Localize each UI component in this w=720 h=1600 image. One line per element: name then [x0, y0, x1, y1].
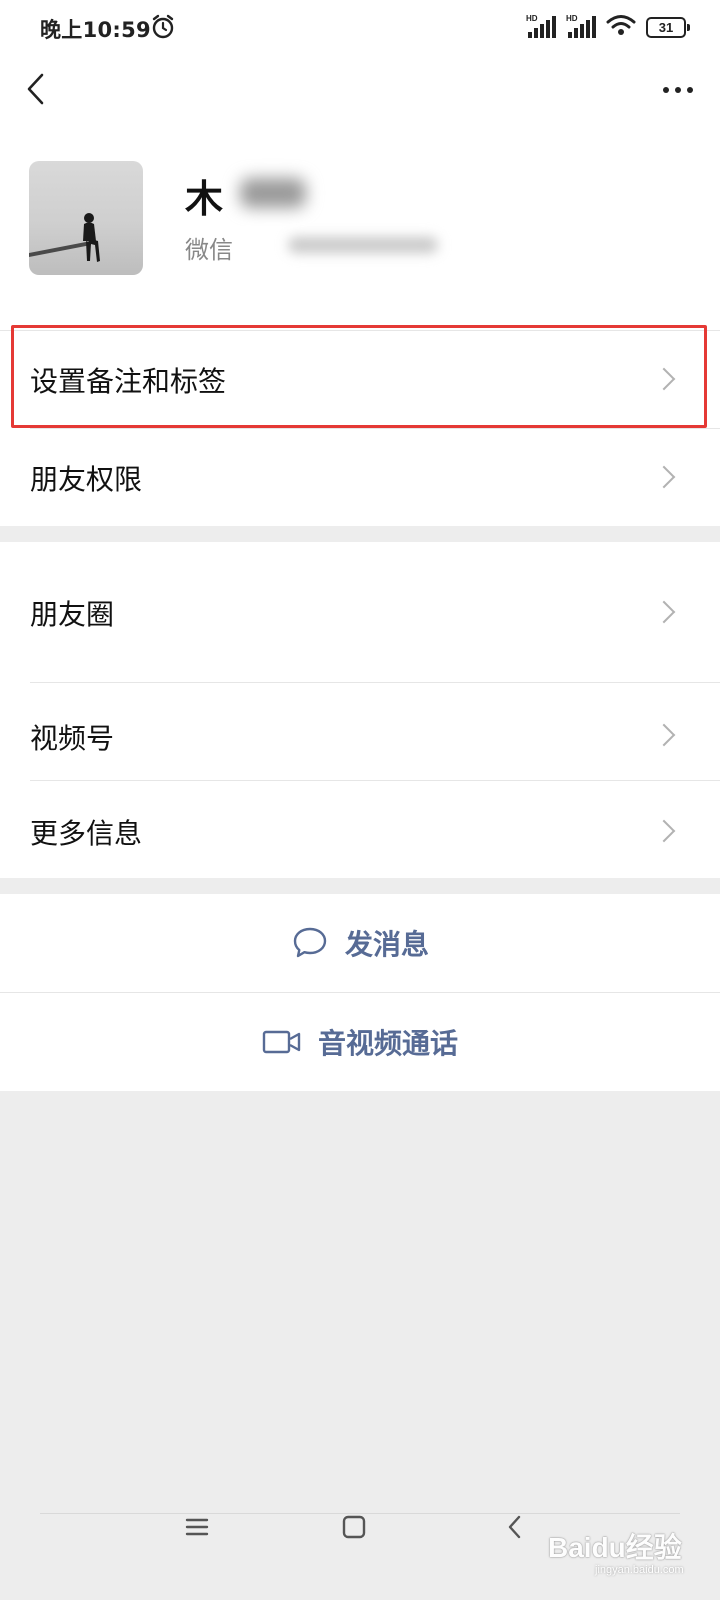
audio-video-call-label: 音视频通话 [317, 1027, 458, 1060]
back-button[interactable] [18, 70, 58, 110]
watermark-logo: Baidu经验 [548, 1532, 682, 1563]
video-camera-icon [262, 1030, 301, 1054]
more-dot-icon [687, 87, 693, 93]
wechat-id-redaction-blur [288, 237, 438, 253]
chevron-right-icon [652, 465, 676, 489]
audio-video-call-button[interactable]: 音视频通话 [0, 993, 720, 1091]
contact-name: 木 [185, 177, 224, 221]
more-info-row[interactable]: 更多信息 [0, 780, 720, 878]
name-redaction-blur [240, 178, 306, 208]
battery-icon: 31 [646, 16, 690, 38]
row-label: 视频号 [30, 722, 115, 755]
nav-bar [0, 56, 720, 120]
chevron-right-icon [652, 819, 676, 843]
row-label: 更多信息 [30, 817, 143, 850]
back-arrow-icon [27, 73, 44, 105]
chevron-right-icon [652, 723, 676, 747]
row-label: 朋友圈 [30, 598, 115, 631]
avatar-image [29, 161, 143, 275]
chat-bubble-icon [293, 927, 327, 958]
square-icon [342, 1515, 366, 1539]
alarm-icon [150, 14, 176, 44]
more-dot-icon [675, 87, 681, 93]
status-time: 晚上10:59 [40, 18, 151, 42]
set-remark-and-tags-row[interactable]: 设置备注和标签 [0, 330, 720, 428]
status-bar: 晚上10:59 HD HD 31 [0, 0, 720, 56]
back-triangle-icon [508, 1515, 521, 1539]
settings-group-1: 设置备注和标签 朋友权限 [0, 330, 720, 526]
channels-row[interactable]: 视频号 [0, 682, 720, 780]
moments-row[interactable]: 朋友圈 [0, 542, 720, 682]
home-button[interactable] [340, 1513, 368, 1541]
network-label: HD [526, 14, 538, 23]
avatar[interactable] [29, 161, 143, 275]
friend-permissions-row[interactable]: 朋友权限 [0, 428, 720, 526]
wechat-id-label: 微信 [185, 236, 233, 264]
more-dot-icon [663, 87, 669, 93]
row-label: 设置备注和标签 [30, 365, 227, 398]
system-back-button[interactable] [503, 1513, 527, 1541]
settings-group-2: 朋友圈 视频号 更多信息 [0, 542, 720, 878]
menu-button[interactable] [183, 1514, 211, 1540]
chevron-right-icon [652, 600, 676, 624]
more-options-button[interactable] [654, 70, 702, 110]
row-label: 朋友权限 [30, 463, 143, 496]
network-label-2: HD [566, 14, 578, 23]
wifi-icon [606, 14, 636, 40]
profile-card: 木 微信 [0, 120, 720, 330]
battery-level: 31 [658, 19, 674, 35]
signal-icon-2: HD [566, 14, 596, 38]
chevron-right-icon [652, 367, 676, 391]
signal-icon: HD [526, 14, 556, 38]
hamburger-icon [185, 1518, 209, 1536]
send-message-button[interactable]: 发消息 [0, 894, 720, 992]
watermark-url: jingyan.baidu.com [595, 1564, 684, 1576]
send-message-label: 发消息 [344, 928, 429, 961]
